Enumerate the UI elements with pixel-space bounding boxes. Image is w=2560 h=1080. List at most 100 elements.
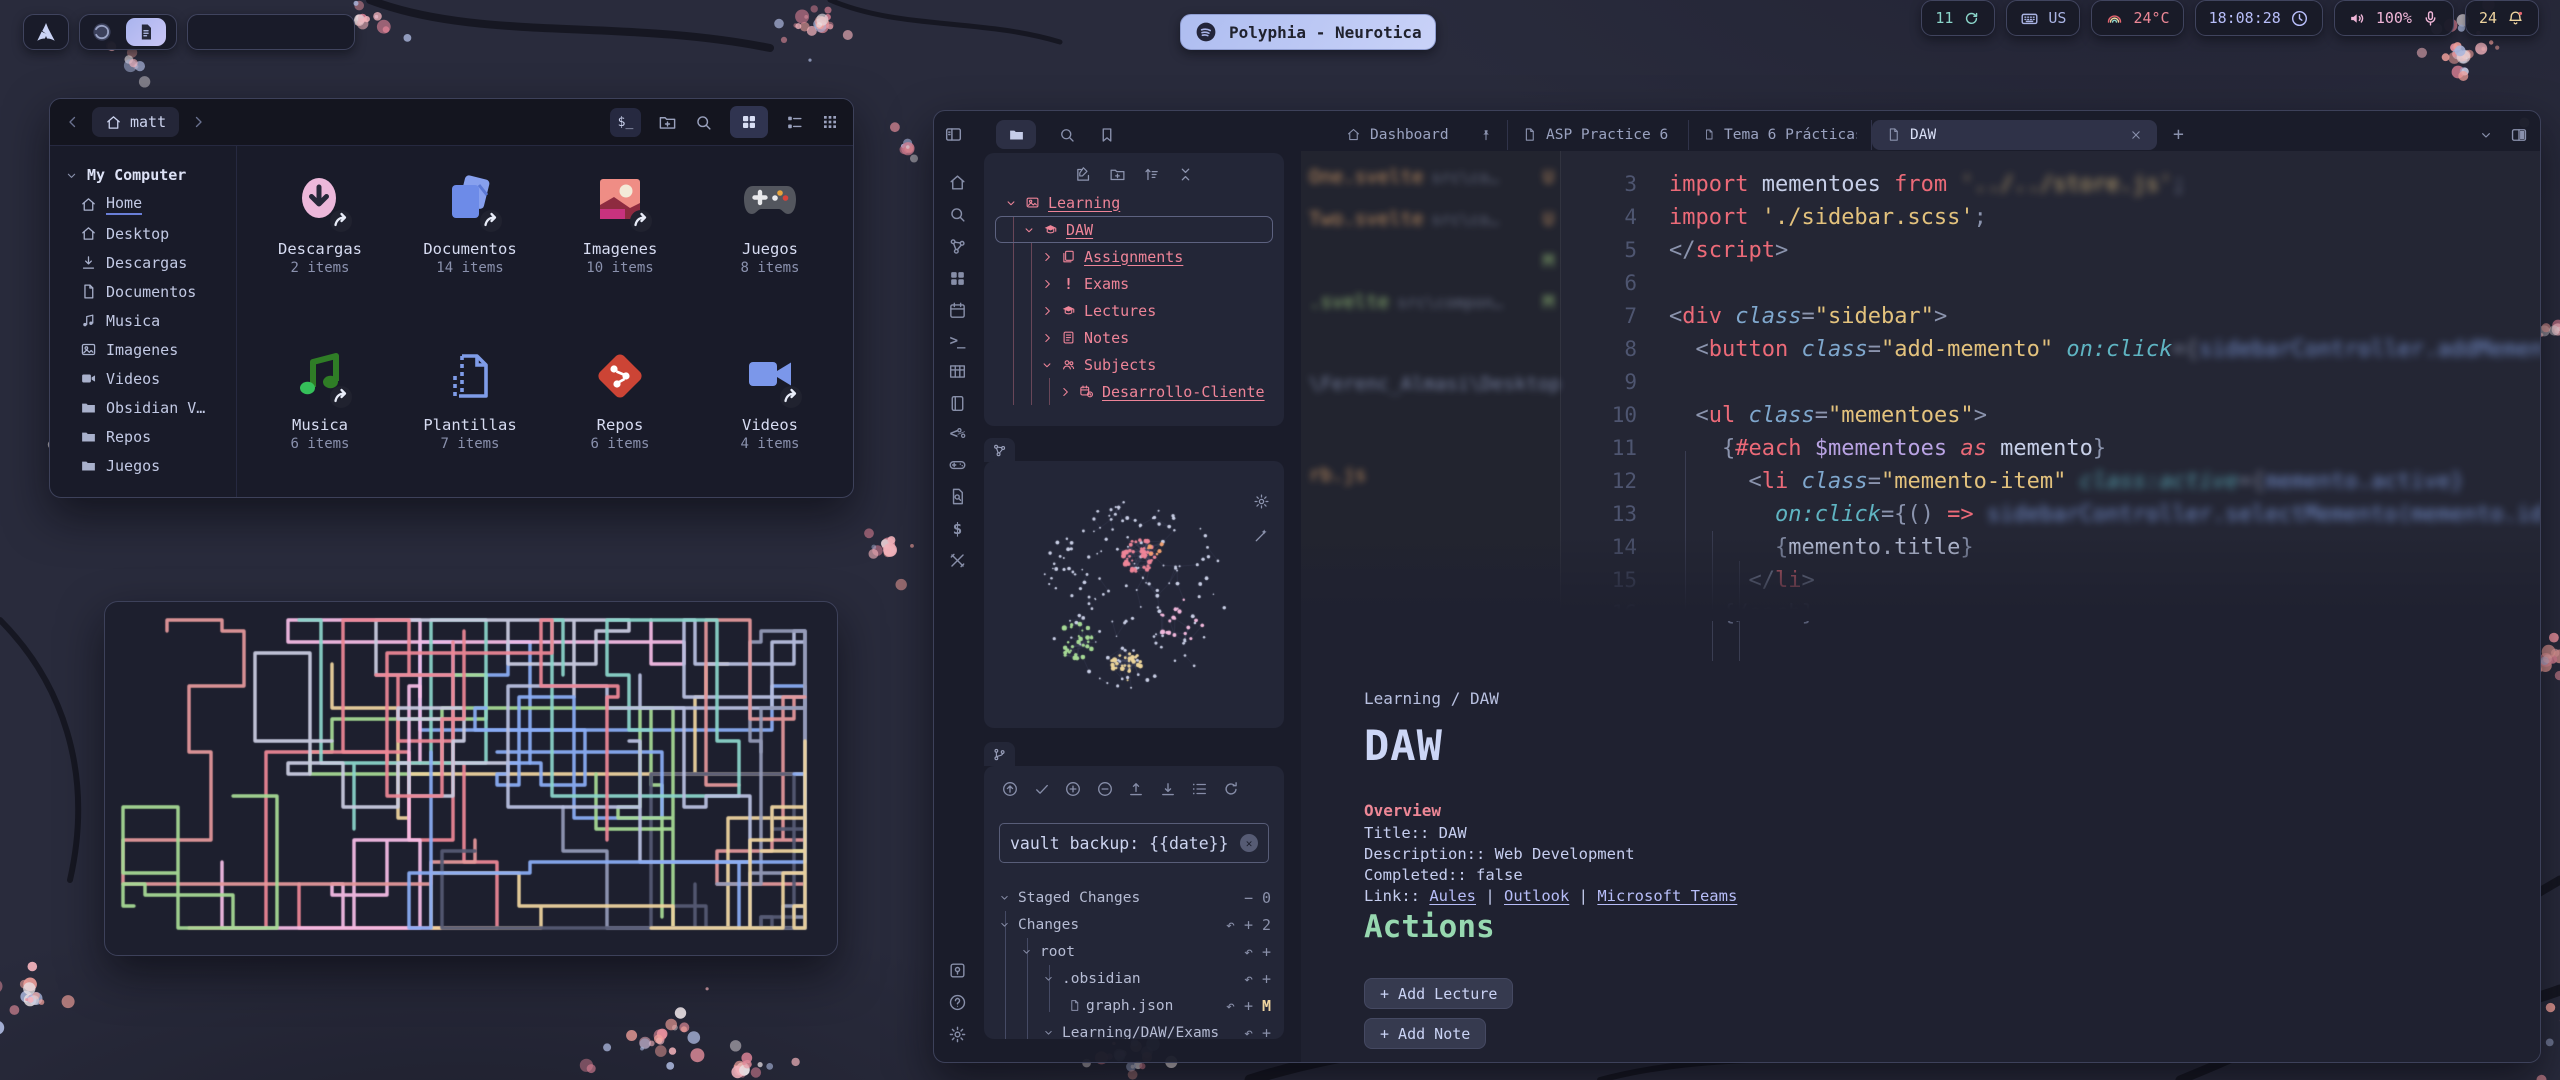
new-folder-button[interactable] [658, 113, 677, 132]
search-view-tab[interactable] [1058, 126, 1076, 144]
git-stage-all-icon[interactable] [1064, 780, 1082, 798]
ribbon-book[interactable] [948, 394, 967, 413]
ribbon-home[interactable] [948, 173, 967, 192]
ribbon-file-search[interactable] [948, 487, 967, 506]
tray-notifications[interactable]: 24 [2465, 0, 2539, 36]
firefox-workspace-icon[interactable] [90, 20, 114, 44]
sidebar-item-repos[interactable]: Repos [50, 422, 236, 451]
commit-message-input[interactable]: vault backup: {{date}} ✕ [999, 823, 1269, 863]
sidebar-item-obsidianv[interactable]: Obsidian V… [50, 393, 236, 422]
ribbon-search[interactable] [948, 205, 967, 224]
back-button[interactable] [64, 113, 82, 131]
ribbon-swords[interactable] [948, 551, 967, 570]
terminal-icon[interactable]: >_ [950, 333, 965, 349]
new-folder-icon[interactable] [1109, 166, 1126, 183]
folder-item-documentos[interactable]: Documentos14 items [395, 172, 545, 348]
ribbon-vault[interactable] [948, 961, 967, 980]
git-pull-icon[interactable] [1159, 780, 1177, 798]
launcher-button[interactable] [23, 14, 69, 50]
pipes-terminal-window[interactable] [104, 601, 838, 956]
ribbon-grid[interactable] [948, 269, 967, 288]
git-push-icon[interactable] [1127, 780, 1145, 798]
open-terminal-button[interactable]: $_ [610, 108, 641, 137]
ribbon-graph-net[interactable] [948, 237, 967, 256]
sidebar-root[interactable]: My Computer [50, 160, 236, 190]
split-layout-icon[interactable] [2510, 126, 2528, 144]
list-view-button[interactable] [785, 113, 804, 132]
folder-item-videos[interactable]: Videos4 items [695, 348, 845, 498]
git-row-graph-json[interactable]: graph.json↶+M [984, 992, 1284, 1019]
sidebar-item-imagenes[interactable]: Imagenes [50, 335, 236, 364]
ribbon-table[interactable] [948, 362, 967, 381]
tray-clock[interactable]: 18:08:28 [2195, 0, 2323, 36]
search-button[interactable] [694, 113, 713, 132]
tray-volume[interactable]: 100% [2334, 0, 2454, 36]
link-outlook[interactable]: Outlook [1504, 887, 1569, 905]
ribbon-calendar[interactable] [948, 301, 967, 320]
tab-daw[interactable]: DAW [1872, 120, 2157, 150]
music-player-widget[interactable]: Polyphia - Neurotica [1180, 14, 1436, 50]
folder-item-descargas[interactable]: Descargas2 items [245, 172, 395, 348]
folder-item-plantillas[interactable]: Plantillas7 items [395, 348, 545, 498]
tree-item-subjects[interactable]: Subjects [984, 351, 1284, 378]
tree-item-assignments[interactable]: Assignments [984, 243, 1284, 270]
tree-item-daw[interactable]: DAW [984, 216, 1284, 243]
git-commit-and-push-icon[interactable] [1001, 780, 1019, 798]
explorer-view-tab[interactable] [996, 120, 1036, 149]
sidebar-item-descargas[interactable]: Descargas [50, 248, 236, 277]
tab-tema-6-pr-cticas---[interactable]: Tema 6 Prácticas -… [1689, 120, 1872, 150]
forward-button[interactable] [189, 113, 207, 131]
git-row-root[interactable]: root↶+ [984, 938, 1284, 965]
sort-order-icon[interactable] [1143, 166, 1160, 183]
active-workspace-chip[interactable] [126, 18, 166, 46]
folder-item-musica[interactable]: Musica6 items [245, 348, 395, 498]
tree-item-exams[interactable]: !Exams [984, 270, 1284, 297]
git-row--obsidian[interactable]: .obsidian↶+ [984, 965, 1284, 992]
ribbon-gear[interactable] [948, 1025, 967, 1044]
sidebar-item-videos[interactable]: Videos [50, 364, 236, 393]
new-tab-button[interactable]: + [2157, 124, 2200, 145]
folder-item-juegos[interactable]: Juegos8 items [695, 172, 845, 348]
currency-icon[interactable]: $ [953, 519, 962, 538]
tree-item-desarrollo-cliente[interactable]: Desarrollo-Cliente [984, 378, 1284, 405]
graph-animate-icon[interactable] [1253, 527, 1270, 544]
graph-settings-gear-icon[interactable] [1253, 493, 1270, 510]
tab-dashboard[interactable]: Dashboard [1332, 120, 1508, 150]
templater-icon[interactable]: <% [950, 426, 965, 442]
sidebar-item-documentos[interactable]: Documentos [50, 277, 236, 306]
git-change-list-icon[interactable] [1190, 780, 1208, 798]
git-unstage-all-icon[interactable] [1096, 780, 1114, 798]
tray-keyboard-layout[interactable]: US [2006, 0, 2080, 36]
tree-item-lectures[interactable]: Lectures [984, 297, 1284, 324]
breadcrumb[interactable]: matt [92, 107, 179, 137]
tab-asp-practice-6[interactable]: ASP Practice 6 [1508, 120, 1689, 150]
git-commit-icon[interactable] [1033, 780, 1051, 798]
sidebar-item-juegos[interactable]: Juegos [50, 451, 236, 480]
git-refresh-icon[interactable] [1222, 780, 1240, 798]
file-manager-toolbar[interactable]: matt $_ [50, 99, 853, 146]
compact-view-button[interactable] [821, 113, 839, 131]
tray-updates[interactable]: 11 [1921, 0, 1995, 36]
ribbon-gamepad[interactable] [948, 455, 967, 474]
bookmarks-view-tab[interactable] [1098, 126, 1116, 144]
sidebar-item-home[interactable]: Home [50, 190, 236, 219]
folder-item-repos[interactable]: Repos6 items [545, 348, 695, 498]
link-microsoft-teams[interactable]: Microsoft Teams [1597, 887, 1737, 905]
folder-item-imagenes[interactable]: Imagenes10 items [545, 172, 695, 348]
tab-list-chevron-icon[interactable] [2478, 127, 2494, 143]
grid-view-button[interactable] [730, 106, 768, 138]
git-panel-tab[interactable] [984, 742, 1015, 766]
collapse-all-icon[interactable] [1177, 166, 1194, 183]
tree-item-learning[interactable]: Learning [984, 189, 1284, 216]
tray-weather[interactable]: 24°C [2091, 0, 2183, 36]
action-button---add-lecture[interactable]: + Add Lecture [1364, 978, 1513, 1009]
new-note-icon[interactable] [1075, 166, 1092, 183]
workspaces[interactable] [79, 14, 177, 50]
sidebar-item-desktop[interactable]: Desktop [50, 219, 236, 248]
graph-view[interactable] [984, 461, 1284, 728]
graph-panel-tab[interactable] [984, 438, 1015, 462]
clear-commit-message-icon[interactable]: ✕ [1240, 834, 1258, 852]
action-button---add-note[interactable]: + Add Note [1364, 1018, 1486, 1049]
git-row-changes[interactable]: Changes↶+2 [984, 911, 1284, 938]
sidebar-toggle-icon[interactable] [944, 125, 963, 144]
